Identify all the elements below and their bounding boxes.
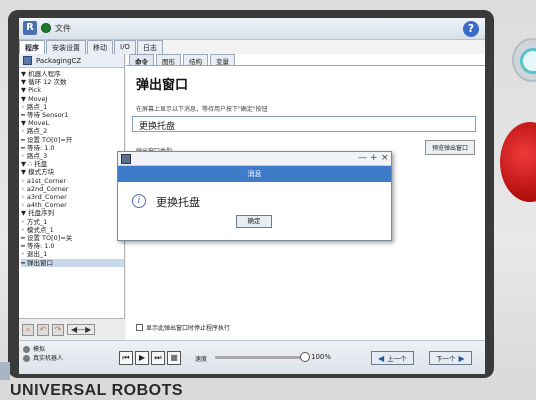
tree-node[interactable]: ▼ 循环 12 次数 bbox=[21, 78, 124, 86]
arrow-left-icon: ◀ bbox=[378, 353, 385, 363]
play-button[interactable]: ▶ bbox=[135, 351, 149, 365]
power-button-ring bbox=[512, 38, 536, 82]
dialog-body: i 更换托盘 确定 bbox=[118, 182, 391, 240]
step-button[interactable]: ⏭ bbox=[151, 351, 165, 365]
tree-node[interactable]: ◦ 退出_1 bbox=[21, 250, 124, 258]
bottom-bar: 模拟 真实机器人 ⏮ ▶ ⏭ ■ 速度 100% ◀ 上一个 下一个 ▶ bbox=[19, 340, 485, 374]
dialog-message: 更换托盘 bbox=[156, 196, 200, 209]
tab-io[interactable]: I/O bbox=[114, 40, 136, 54]
search-icon[interactable]: ⌕ bbox=[22, 323, 34, 336]
tree-node[interactable]: ━ 设置 TO[0]=开 bbox=[21, 136, 124, 144]
simulation-radio-icon[interactable] bbox=[23, 346, 30, 353]
tab-program[interactable]: 程序 bbox=[19, 40, 45, 54]
redo-icon[interactable]: ↷ bbox=[52, 323, 64, 336]
tree-node[interactable]: ▼ MoveJ bbox=[21, 95, 124, 103]
undo-icon[interactable]: ↶ bbox=[37, 323, 49, 336]
tree-node[interactable]: ◦ 路点_3 bbox=[21, 152, 124, 160]
tree-node-selected[interactable]: ━ 弹出窗口 bbox=[21, 258, 124, 267]
dialog-app-icon bbox=[121, 154, 131, 164]
halt-checkbox[interactable] bbox=[136, 324, 143, 331]
player-controls: ⏮ ▶ ⏭ ■ bbox=[119, 351, 181, 365]
tree-toolbar: ⌕ ↶ ↷ ◀—▶ bbox=[19, 318, 125, 340]
previous-button[interactable]: ◀ 上一个 bbox=[371, 351, 414, 365]
brand-mark-icon bbox=[0, 362, 10, 380]
skip-back-button[interactable]: ⏮ bbox=[119, 351, 133, 365]
next-button[interactable]: 下一个 ▶ bbox=[429, 351, 472, 365]
tree-node[interactable]: ◦ 路点_2 bbox=[21, 127, 124, 135]
tree-node[interactable]: ◦ 路点_1 bbox=[21, 103, 124, 111]
speed-label: 速度 bbox=[195, 356, 208, 363]
real-robot-radio-icon[interactable] bbox=[23, 355, 30, 362]
halt-checkbox-row[interactable]: 显示此弹出窗口时停止程序执行 bbox=[136, 323, 230, 332]
program-tree-panel: PackagingCZ ▼ 机器人程序 ▼ 循环 12 次数 ▼ Pick ▼ … bbox=[19, 54, 125, 340]
panel-description: 在屏幕上显示以下消息，等待用户按下"确定"按钮 bbox=[136, 106, 268, 113]
tab-installation[interactable]: 安装设置 bbox=[46, 40, 86, 54]
tree-node[interactable]: ▼ 托盘序列 bbox=[21, 209, 124, 217]
speed-slider-knob[interactable] bbox=[300, 352, 310, 362]
tree-node[interactable]: ━ 等待: 1.0 bbox=[21, 242, 124, 250]
tree-node[interactable]: ▼ Pick bbox=[21, 86, 124, 94]
tree-node[interactable]: ━ 等待: 1.0 bbox=[21, 144, 124, 152]
power-status-icon[interactable] bbox=[41, 23, 51, 33]
minimize-icon[interactable]: — bbox=[358, 153, 367, 163]
subtab-variables[interactable]: 变量 bbox=[210, 54, 235, 66]
panel-title: 弹出窗口 bbox=[136, 78, 189, 93]
speed-slider[interactable] bbox=[215, 352, 310, 362]
subtab-graphics[interactable]: 图形 bbox=[156, 54, 181, 66]
dialog-titlebar: — + × bbox=[118, 152, 391, 166]
arrow-right-icon: ▶ bbox=[458, 353, 465, 363]
tree-node[interactable]: ◦ 模式点_1 bbox=[21, 226, 124, 234]
program-file-bar: PackagingCZ bbox=[19, 54, 124, 68]
tree-node[interactable]: ━ 设置 TO[0]=关 bbox=[21, 234, 124, 242]
tree-node[interactable]: ◦ a4th_Corner bbox=[21, 201, 124, 209]
emergency-stop-button[interactable] bbox=[500, 122, 536, 202]
close-icon[interactable]: × bbox=[381, 153, 389, 163]
simulation-label: 模拟 bbox=[33, 346, 46, 353]
tree-node[interactable]: ◦ a2nd_Corner bbox=[21, 185, 124, 193]
speed-value: 100% bbox=[311, 353, 332, 361]
dialog-header: 消息 bbox=[118, 166, 391, 182]
halt-checkbox-label: 显示此弹出窗口时停止程序执行 bbox=[146, 325, 231, 332]
tree-node[interactable]: ▼ 模式方块 bbox=[21, 168, 124, 176]
window-title: 文件 bbox=[55, 24, 71, 33]
tree-node[interactable]: ◦ 方式_1 bbox=[21, 218, 124, 226]
tree-node[interactable]: ▼ 机器人程序 bbox=[21, 70, 124, 78]
subtab-command[interactable]: 命令 bbox=[129, 54, 154, 66]
preview-popup-button[interactable]: 预览弹出窗口 bbox=[424, 140, 475, 155]
tree-node[interactable]: ▼ ∴ 托盘 bbox=[21, 160, 124, 168]
tab-move[interactable]: 移动 bbox=[87, 40, 113, 54]
save-icon[interactable] bbox=[23, 56, 32, 65]
command-subtabs: 命令 图形 结构 变量 bbox=[126, 54, 485, 66]
top-bar: R 文件 ? bbox=[19, 18, 485, 40]
maximize-icon[interactable]: + bbox=[370, 153, 378, 163]
real-robot-label: 真实机器人 bbox=[33, 355, 64, 362]
next-label: 下一个 bbox=[436, 355, 456, 363]
subtab-structure[interactable]: 结构 bbox=[183, 54, 208, 66]
popup-message-input[interactable]: 更换托盘 bbox=[132, 116, 476, 132]
help-icon[interactable]: ? bbox=[463, 21, 479, 37]
brand-logo-text: UNIVERSAL ROBOTS bbox=[10, 382, 184, 399]
tree-node[interactable]: ━ 等待 Sensor1 bbox=[21, 111, 124, 119]
robot-mode-status[interactable]: 模拟 真实机器人 bbox=[23, 345, 63, 363]
tree-node[interactable]: ▼ MoveL bbox=[21, 119, 124, 127]
stop-button[interactable]: ■ bbox=[167, 351, 181, 365]
info-icon: i bbox=[132, 194, 146, 208]
ok-button[interactable]: 确定 bbox=[236, 215, 272, 228]
program-file-name: PackagingCZ bbox=[36, 56, 82, 65]
ur-logo-icon: R bbox=[23, 21, 37, 35]
tree-node[interactable]: ◦ a1st_Corner bbox=[21, 177, 124, 185]
main-tabs: 程序 安装设置 移动 I/O 日志 bbox=[19, 40, 164, 54]
power-button[interactable] bbox=[520, 48, 536, 74]
previous-label: 上一个 bbox=[387, 355, 407, 363]
tab-log[interactable]: 日志 bbox=[136, 40, 163, 54]
tree-nav-arrows[interactable]: ◀—▶ bbox=[67, 324, 96, 335]
message-dialog: — + × 消息 i 更换托盘 确定 bbox=[117, 151, 392, 241]
program-tree: ▼ 机器人程序 ▼ 循环 12 次数 ▼ Pick ▼ MoveJ ◦ 路点_1… bbox=[19, 68, 124, 267]
tree-node[interactable]: ◦ a3rd_Corner bbox=[21, 193, 124, 201]
